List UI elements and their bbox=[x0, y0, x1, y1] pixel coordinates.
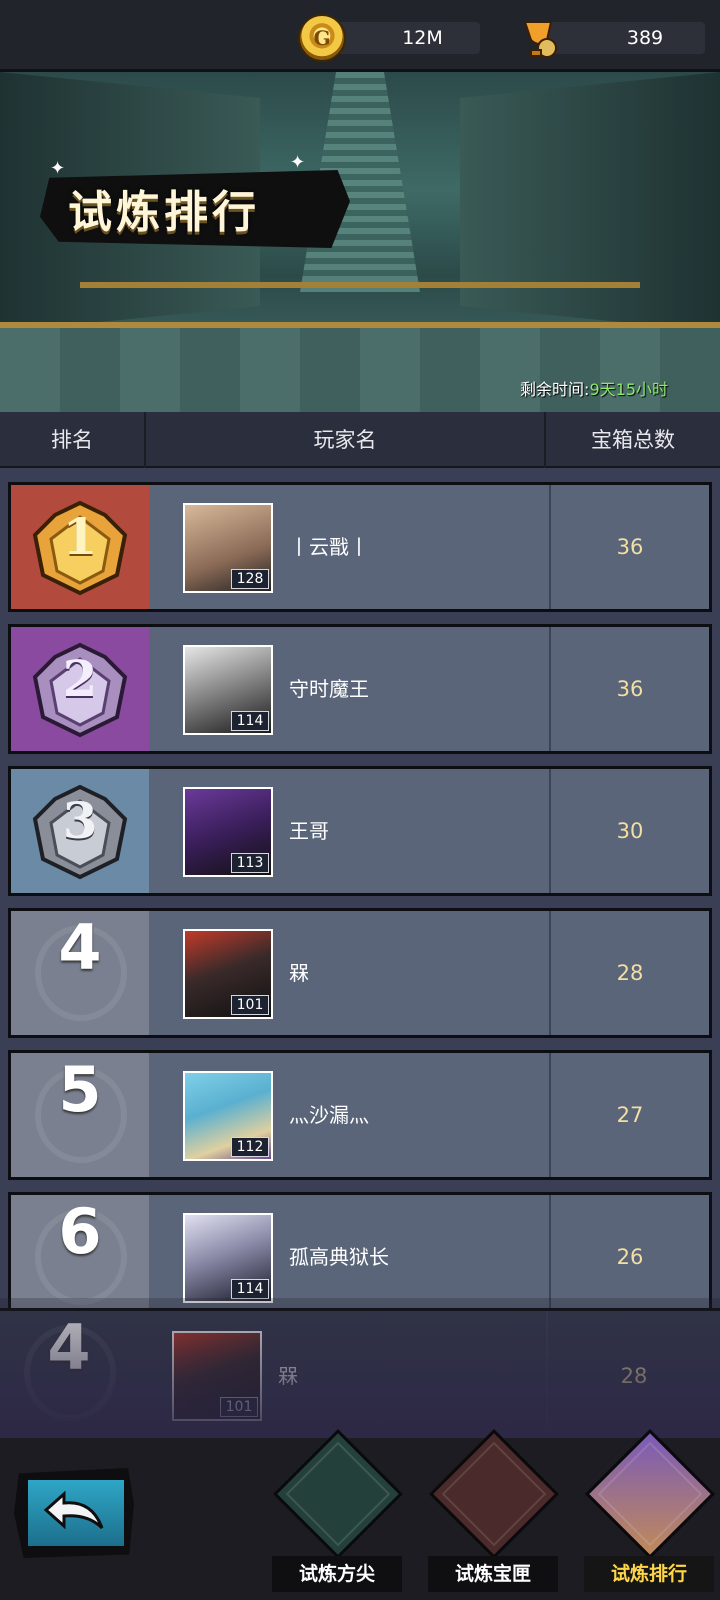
trophy-amount: 389 bbox=[626, 27, 664, 49]
rank-number: 2 bbox=[62, 649, 98, 708]
tab-treasure-chest[interactable]: 试炼宝匣 bbox=[428, 1428, 560, 1600]
player-name: 槑 bbox=[278, 1364, 298, 1388]
rank-cell: 6 bbox=[11, 1195, 149, 1319]
table-row[interactable]: 5 112 灬沙漏灬 27 bbox=[8, 1050, 712, 1180]
treasure-chest-icon bbox=[428, 1428, 560, 1560]
header-chests: 宝箱总数 bbox=[591, 428, 675, 452]
player-cell: 112 灬沙漏灬 bbox=[149, 1053, 549, 1177]
tab-label: 试炼排行 bbox=[584, 1556, 714, 1592]
rank-number: 6 bbox=[58, 1195, 102, 1268]
chest-count: 30 bbox=[549, 769, 709, 893]
chest-count: 28 bbox=[549, 911, 709, 1035]
rank-number: 4 bbox=[58, 911, 102, 984]
sparkle-icon: ✦ bbox=[290, 152, 306, 173]
back-arrow-icon[interactable] bbox=[40, 1488, 110, 1538]
bottom-nav: 试炼方尖 试炼宝匣 试炼排行 bbox=[0, 1428, 720, 1600]
avatar[interactable]: 101 bbox=[183, 929, 273, 1019]
avatar[interactable]: 128 bbox=[183, 503, 273, 593]
trophy-icon bbox=[523, 21, 557, 58]
player-name: 丨云戬丨 bbox=[289, 535, 369, 559]
table-header: 排名 玩家名 宝箱总数 bbox=[0, 412, 720, 468]
player-level: 101 bbox=[220, 1397, 258, 1417]
gold-amount: 12M bbox=[402, 27, 443, 49]
rank-cell: 5 bbox=[11, 1053, 149, 1177]
tab-obelisk[interactable]: 试炼方尖 bbox=[272, 1428, 404, 1600]
chest-count: 28 bbox=[546, 1311, 720, 1438]
chest-count: 27 bbox=[549, 1053, 709, 1177]
avatar[interactable]: 114 bbox=[183, 645, 273, 735]
rank-number: 1 bbox=[62, 507, 98, 566]
table-row[interactable]: 4 101 槑 28 bbox=[8, 908, 712, 1038]
gold-coin-icon bbox=[298, 14, 346, 62]
tab-label: 试炼宝匣 bbox=[428, 1556, 558, 1592]
table-row[interactable]: 6 114 孤高典狱长 26 bbox=[8, 1192, 712, 1322]
table-row[interactable]: 3 113 王哥 30 bbox=[8, 766, 712, 896]
rank-number: 3 bbox=[62, 791, 98, 850]
player-name: 王哥 bbox=[289, 819, 329, 843]
rank-cell: 3 bbox=[11, 769, 149, 893]
rank-cell: 4 bbox=[0, 1311, 138, 1435]
player-level: 101 bbox=[231, 995, 269, 1015]
ranking-list[interactable]: 1 128 丨云戬丨 36 2 114 守时魔王 36 3 113 王哥 30 … bbox=[0, 468, 720, 1438]
trophy-counter[interactable]: 389 bbox=[545, 22, 705, 54]
player-name: 守时魔王 bbox=[289, 677, 369, 701]
remaining-time-label: 剩余时间: bbox=[520, 380, 590, 399]
rank-cell: 2 bbox=[11, 627, 149, 751]
rank-number: 5 bbox=[58, 1053, 102, 1126]
rank-number: 4 bbox=[47, 1311, 91, 1384]
chest-count: 36 bbox=[549, 485, 709, 609]
obelisk-icon bbox=[272, 1428, 404, 1560]
banner: 试炼排行 ✦ ✦ 剩余时间:9天15小时 bbox=[0, 72, 720, 412]
table-row[interactable]: 2 114 守时魔王 36 bbox=[8, 624, 712, 754]
header-rank: 排名 bbox=[0, 412, 146, 468]
player-level: 114 bbox=[231, 1279, 269, 1299]
player-level: 113 bbox=[231, 853, 269, 873]
tab-ranking[interactable]: 试炼排行 bbox=[584, 1428, 716, 1600]
player-cell: 114 孤高典狱长 bbox=[149, 1195, 549, 1319]
rank-cell: 1 bbox=[11, 485, 149, 609]
page-title: 试炼排行 bbox=[68, 187, 260, 238]
avatar[interactable]: 113 bbox=[183, 787, 273, 877]
player-cell: 128 丨云戬丨 bbox=[149, 485, 549, 609]
chest-count: 36 bbox=[549, 627, 709, 751]
header-player: 玩家名 bbox=[146, 412, 546, 468]
table-row[interactable]: 1 128 丨云戬丨 36 bbox=[8, 482, 712, 612]
currency-bar: 12M 389 bbox=[0, 0, 720, 72]
throne-icon bbox=[584, 1428, 716, 1560]
avatar[interactable]: 112 bbox=[183, 1071, 273, 1161]
player-cell: 114 守时魔王 bbox=[149, 627, 549, 751]
player-cell: 101 槑 bbox=[138, 1311, 538, 1435]
banner-wall-right bbox=[460, 72, 720, 332]
player-level: 114 bbox=[231, 711, 269, 731]
remaining-time-value: 9天15小时 bbox=[589, 380, 668, 399]
avatar[interactable]: 101 bbox=[172, 1331, 262, 1421]
banner-gold-trim bbox=[80, 282, 640, 288]
player-cell: 101 槑 bbox=[149, 911, 549, 1035]
gold-counter[interactable]: 12M bbox=[325, 22, 480, 54]
my-rank-row[interactable]: 4 101 槑 28 bbox=[0, 1308, 720, 1438]
sparkle-icon: ✦ bbox=[50, 158, 66, 179]
player-name: 孤高典狱长 bbox=[289, 1245, 389, 1269]
avatar[interactable]: 114 bbox=[183, 1213, 273, 1303]
player-cell: 113 王哥 bbox=[149, 769, 549, 893]
player-level: 112 bbox=[231, 1137, 269, 1157]
player-level: 128 bbox=[231, 569, 269, 589]
chest-count: 26 bbox=[549, 1195, 709, 1319]
remaining-time: 剩余时间:9天15小时 bbox=[520, 376, 668, 400]
tab-label: 试炼方尖 bbox=[272, 1556, 402, 1592]
player-name: 灬沙漏灬 bbox=[289, 1103, 369, 1127]
rank-cell: 4 bbox=[11, 911, 149, 1035]
player-name: 槑 bbox=[289, 961, 309, 985]
